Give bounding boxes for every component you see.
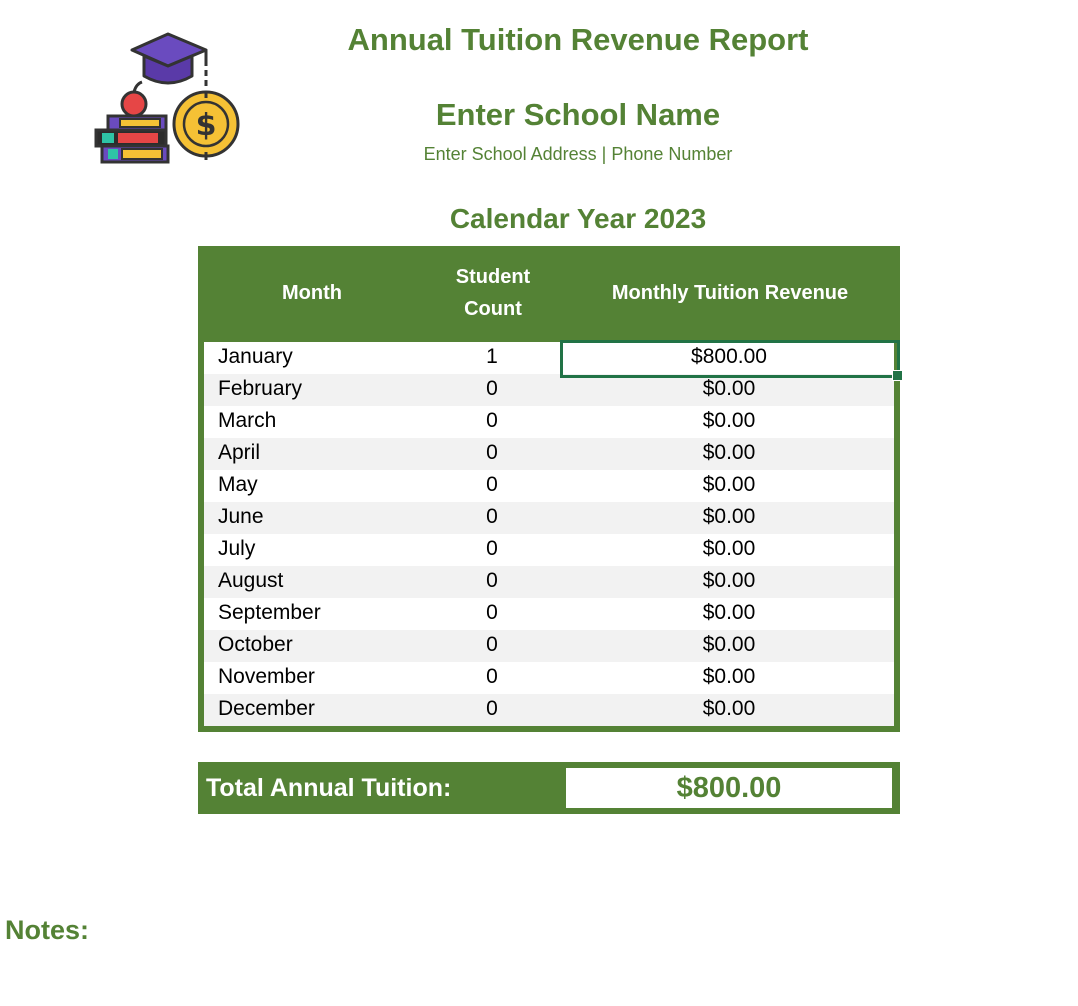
column-header-month: Month <box>282 282 342 304</box>
column-header-revenue: Monthly Tuition Revenue <box>611 282 849 304</box>
total-label: Total Annual Tuition: <box>206 774 452 802</box>
table-row: December 0 $0.00 <box>204 694 894 726</box>
cell-month[interactable]: April <box>218 441 260 465</box>
column-header-student-count-line2: Count <box>464 298 522 320</box>
table-row: July 0 $0.00 <box>204 534 894 566</box>
cell-student-count[interactable]: 1 <box>452 345 532 369</box>
cell-revenue[interactable]: $0.00 <box>564 697 894 721</box>
table-row: March 0 $0.00 <box>204 406 894 438</box>
cell-revenue[interactable]: $0.00 <box>564 537 894 561</box>
school-address[interactable]: Enter School Address | Phone Number <box>0 144 1078 165</box>
cell-student-count[interactable]: 0 <box>452 505 532 529</box>
cell-revenue[interactable]: $0.00 <box>564 473 894 497</box>
cell-revenue[interactable]: $0.00 <box>564 665 894 689</box>
table-row: February 0 $0.00 <box>204 374 894 406</box>
cell-month[interactable]: July <box>218 537 255 561</box>
cell-revenue[interactable]: $0.00 <box>564 633 894 657</box>
cell-month[interactable]: February <box>218 377 302 401</box>
cell-revenue[interactable]: $800.00 <box>564 345 894 369</box>
cell-student-count[interactable]: 0 <box>452 441 532 465</box>
cell-student-count[interactable]: 0 <box>452 633 532 657</box>
cell-revenue[interactable]: $0.00 <box>564 409 894 433</box>
revenue-table: Month Student Count Monthly Tuition Reve… <box>198 246 900 732</box>
table-row: May 0 $0.00 <box>204 470 894 502</box>
cell-student-count[interactable]: 0 <box>452 697 532 721</box>
school-name[interactable]: Enter School Name <box>0 97 1078 133</box>
table-row: September 0 $0.00 <box>204 598 894 630</box>
cell-revenue[interactable]: $0.00 <box>564 569 894 593</box>
cell-month[interactable]: June <box>218 505 264 529</box>
table-row: August 0 $0.00 <box>204 566 894 598</box>
cell-student-count[interactable]: 0 <box>452 409 532 433</box>
calendar-year-heading: Calendar Year 2023 <box>449 203 707 234</box>
cell-revenue[interactable]: $0.00 <box>564 377 894 401</box>
report-title: Annual Tuition Revenue Report <box>347 22 809 57</box>
cell-month[interactable]: March <box>218 409 276 433</box>
cell-month[interactable]: January <box>218 345 293 369</box>
total-annual-tuition-bar: Total Annual Tuition: $800.00 <box>198 762 900 814</box>
cell-student-count[interactable]: 0 <box>452 665 532 689</box>
cell-student-count[interactable]: 0 <box>452 569 532 593</box>
cell-month[interactable]: December <box>218 697 315 721</box>
cell-month[interactable]: September <box>218 601 321 625</box>
table-row: November 0 $0.00 <box>204 662 894 694</box>
cell-month[interactable]: November <box>218 665 315 689</box>
fill-handle[interactable] <box>892 370 903 381</box>
table-row: June 0 $0.00 <box>204 502 894 534</box>
table-row: April 0 $0.00 <box>204 438 894 470</box>
cell-revenue[interactable]: $0.00 <box>564 601 894 625</box>
cell-month[interactable]: May <box>218 473 258 497</box>
column-header-student-count-line1: Student <box>455 266 531 288</box>
table-body: January 1 $800.00 February 0 $0.00 March… <box>204 342 894 726</box>
column-header-student-count: Student Count <box>438 246 548 340</box>
cell-revenue[interactable]: $0.00 <box>564 505 894 529</box>
table-row: January 1 $800.00 <box>204 342 894 374</box>
cell-student-count[interactable]: 0 <box>452 537 532 561</box>
cell-student-count[interactable]: 0 <box>452 473 532 497</box>
table-row: October 0 $0.00 <box>204 630 894 662</box>
cell-student-count[interactable]: 0 <box>452 601 532 625</box>
cell-month[interactable]: October <box>218 633 293 657</box>
cell-revenue[interactable]: $0.00 <box>564 441 894 465</box>
cell-month[interactable]: August <box>218 569 283 593</box>
total-value[interactable]: $800.00 <box>566 768 892 808</box>
notes-label: Notes: <box>5 915 90 945</box>
cell-student-count[interactable]: 0 <box>452 377 532 401</box>
table-header-row: Month Student Count Monthly Tuition Reve… <box>198 246 900 340</box>
